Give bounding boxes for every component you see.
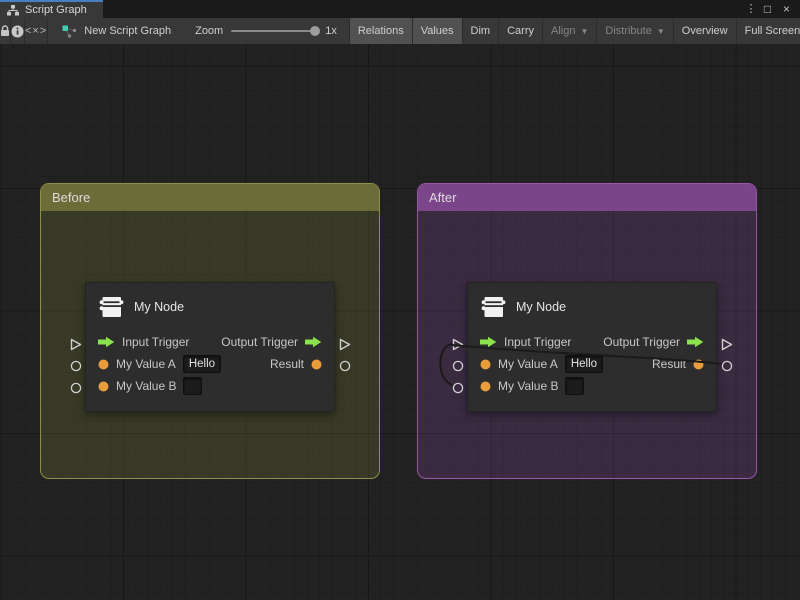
value-b-outer-port[interactable] [451, 382, 464, 395]
script-graph-window: Script Graph ⋮ □ × <×> New Script Graph [0, 0, 800, 600]
node-my-node-after[interactable]: My Node Input Trigger Output Trigger [467, 282, 717, 412]
window-controls: ⋮ □ × [745, 0, 800, 18]
node-row-value-a: My Value A Hello Result [86, 353, 334, 375]
value-a-input[interactable]: Hello [183, 355, 221, 373]
chevron-down-icon: ▼ [580, 27, 588, 36]
full-screen-button[interactable]: Full Screen [736, 18, 800, 44]
tab-bar: Script Graph ⋮ □ × [0, 0, 800, 18]
result-label: Result [652, 357, 686, 371]
group-after-header[interactable]: After [418, 184, 756, 211]
value-a-port-icon[interactable] [98, 359, 109, 370]
result-outer-port[interactable] [338, 360, 351, 373]
output-trigger-port-icon[interactable] [687, 336, 704, 348]
output-trigger-port-icon[interactable] [305, 336, 322, 348]
graph-icon [62, 25, 77, 38]
value-b-port-icon[interactable] [98, 381, 109, 392]
value-b-input[interactable] [183, 377, 202, 395]
output-trigger-outer-port[interactable] [720, 338, 733, 351]
result-port-icon[interactable] [693, 359, 704, 370]
lock-icon [0, 25, 10, 37]
align-dropdown[interactable]: Align ▼ [542, 18, 596, 44]
output-trigger-label: Output Trigger [221, 335, 298, 349]
output-trigger-label: Output Trigger [603, 335, 680, 349]
value-a-label: My Value A [116, 357, 176, 371]
kebab-menu-icon[interactable]: ⋮ [745, 1, 757, 17]
relations-button[interactable]: Relations [349, 18, 412, 44]
group-after-label: After [429, 190, 456, 205]
values-button[interactable]: Values [412, 18, 462, 44]
input-trigger-outer-port[interactable] [451, 338, 464, 351]
value-b-port-icon[interactable] [480, 381, 491, 392]
value-b-label: My Value B [498, 379, 558, 393]
zoom-slider-handle[interactable] [310, 26, 320, 36]
value-a-label: My Value A [498, 357, 558, 371]
node-row-value-b: My Value B [86, 375, 334, 397]
info-icon [11, 25, 24, 38]
node-title: My Node [516, 300, 566, 314]
input-trigger-label: Input Trigger [504, 335, 571, 349]
result-label: Result [270, 357, 304, 371]
new-script-graph-button[interactable]: New Script Graph [48, 18, 181, 44]
graph-canvas[interactable]: Before After My Node Input Trigger [0, 44, 800, 600]
zoom-cluster: Zoom 1x [181, 18, 347, 44]
graph-toolbar: <×> New Script Graph Zoom 1x Relations V… [0, 18, 800, 44]
node-header[interactable]: My Node [86, 283, 334, 331]
unit-icon [98, 294, 124, 320]
unit-icon [480, 294, 506, 320]
input-trigger-label: Input Trigger [122, 335, 189, 349]
dim-button[interactable]: Dim [462, 18, 499, 44]
input-trigger-outer-port[interactable] [69, 338, 82, 351]
group-before-header[interactable]: Before [41, 184, 379, 211]
result-outer-port[interactable] [720, 360, 733, 373]
output-trigger-outer-port[interactable] [338, 338, 351, 351]
result-port-icon[interactable] [311, 359, 322, 370]
node-my-node-before[interactable]: My Node Input Trigger Output Trigger [85, 282, 335, 412]
node-title: My Node [134, 300, 184, 314]
lock-button[interactable] [0, 18, 11, 44]
value-b-outer-port[interactable] [69, 382, 82, 395]
node-row-triggers: Input Trigger Output Trigger [86, 331, 334, 353]
node-row-triggers: Input Trigger Output Trigger [468, 331, 716, 353]
csharp-preview-button[interactable]: <×> [25, 18, 48, 44]
zoom-slider[interactable] [231, 30, 317, 32]
close-icon[interactable]: × [778, 1, 795, 17]
overview-button[interactable]: Overview [673, 18, 736, 44]
value-b-input[interactable] [565, 377, 584, 395]
group-before-label: Before [52, 190, 90, 205]
value-a-input[interactable]: Hello [565, 355, 603, 373]
chevron-down-icon: ▼ [657, 27, 665, 36]
input-trigger-port-icon[interactable] [98, 336, 115, 348]
zoom-label: Zoom [195, 25, 223, 37]
new-script-graph-label: New Script Graph [84, 25, 171, 37]
input-trigger-port-icon[interactable] [480, 336, 497, 348]
distribute-dropdown[interactable]: Distribute ▼ [596, 18, 672, 44]
zoom-value: 1x [325, 25, 337, 37]
value-a-outer-port[interactable] [69, 360, 82, 373]
carry-button[interactable]: Carry [498, 18, 542, 44]
value-a-outer-port[interactable] [451, 360, 464, 373]
node-header[interactable]: My Node [468, 283, 716, 331]
tab-script-graph[interactable]: Script Graph [0, 0, 103, 18]
info-button[interactable] [11, 18, 25, 44]
tab-label: Script Graph [25, 4, 87, 16]
hierarchy-icon [7, 5, 19, 16]
node-row-value-a: My Value A Hello Result [468, 353, 716, 375]
node-row-value-b: My Value B [468, 375, 716, 397]
value-b-label: My Value B [116, 379, 176, 393]
maximize-icon[interactable]: □ [759, 1, 776, 17]
value-a-port-icon[interactable] [480, 359, 491, 370]
